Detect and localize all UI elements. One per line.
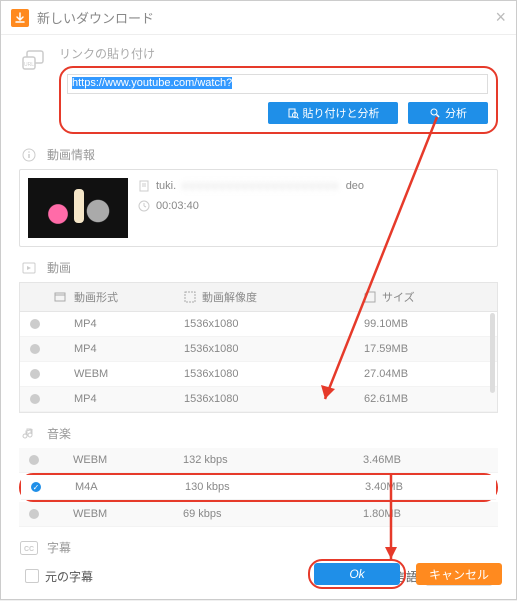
table-row[interactable]: WEBM69 kbps1.80MB [19, 502, 498, 527]
ok-highlight-box: Ok [308, 559, 406, 589]
svg-text:URL: URL [24, 62, 34, 68]
radio-checked-icon [31, 482, 41, 492]
table-row[interactable]: MP41536x108099.10MB [20, 312, 497, 337]
radio-icon [30, 394, 40, 404]
radio-icon [30, 344, 40, 354]
scrollbar[interactable] [490, 313, 495, 393]
cc-icon: CC [19, 540, 39, 556]
download-app-icon [11, 9, 29, 27]
url-highlight-box: https://www.youtube.com/watch? 貼り付けと分析 分… [59, 66, 498, 134]
title-bar: 新しいダウンロード × [1, 1, 516, 35]
video-info-box: tuki.xxxxxxxxxxxxxxxxxxxxxdeo 00:03:40 [19, 169, 498, 247]
audio-selected-highlight: M4A130 kbps3.40MB [19, 473, 498, 502]
size-icon [364, 291, 376, 303]
link-section-label: リンクの貼り付け [59, 45, 498, 62]
close-icon[interactable]: × [495, 7, 506, 28]
video-title-row: tuki.xxxxxxxxxxxxxxxxxxxxxdeo [138, 180, 364, 192]
file-icon [138, 180, 150, 192]
radio-icon [30, 319, 40, 329]
table-row[interactable]: WEBM1536x108027.04MB [20, 362, 497, 387]
clock-icon [138, 200, 150, 212]
video-info-header: 動画情報 [19, 146, 498, 163]
cancel-button[interactable]: キャンセル [416, 563, 502, 585]
dialog-window: 新しいダウンロード × URL リンクの貼り付け https://www.you… [0, 0, 517, 600]
radio-icon [29, 455, 39, 465]
window-title: 新しいダウンロード [37, 8, 495, 27]
url-icon: URL [19, 45, 51, 77]
svg-text:CC: CC [24, 546, 34, 553]
radio-icon [30, 369, 40, 379]
video-duration-row: 00:03:40 [138, 200, 364, 212]
table-row[interactable]: WEBM132 kbps3.46MB [19, 448, 498, 473]
ok-button[interactable]: Ok [314, 563, 400, 585]
table-row[interactable]: MP41536x108062.61MB [20, 387, 497, 412]
url-input[interactable]: https://www.youtube.com/watch? [67, 74, 488, 94]
video-format-table: 動画形式 動画解像度 サイズ MP41536x108099.10MB MP415… [19, 282, 498, 413]
audio-format-table: WEBM132 kbps3.46MB M4A130 kbps3.40MB WEB… [19, 448, 498, 527]
play-icon [19, 260, 39, 276]
checkbox-icon [25, 569, 39, 583]
analyze-button[interactable]: 分析 [408, 102, 488, 124]
paste-analyze-button[interactable]: 貼り付けと分析 [268, 102, 398, 124]
original-subtitle-checkbox[interactable]: 元の字幕 [25, 568, 93, 585]
resolution-icon [184, 291, 196, 303]
info-icon [19, 147, 39, 163]
audio-section-header: 音楽 [19, 425, 498, 442]
music-icon [19, 426, 39, 442]
table-row[interactable]: M4A130 kbps3.40MB [21, 475, 496, 500]
video-thumbnail [28, 178, 128, 238]
subtitle-section-header: CC 字幕 [19, 539, 498, 556]
radio-icon [29, 509, 39, 519]
format-icon [54, 291, 66, 303]
video-section-header: 動画 [19, 259, 498, 276]
table-row[interactable]: MP41536x108017.59MB [20, 337, 497, 362]
